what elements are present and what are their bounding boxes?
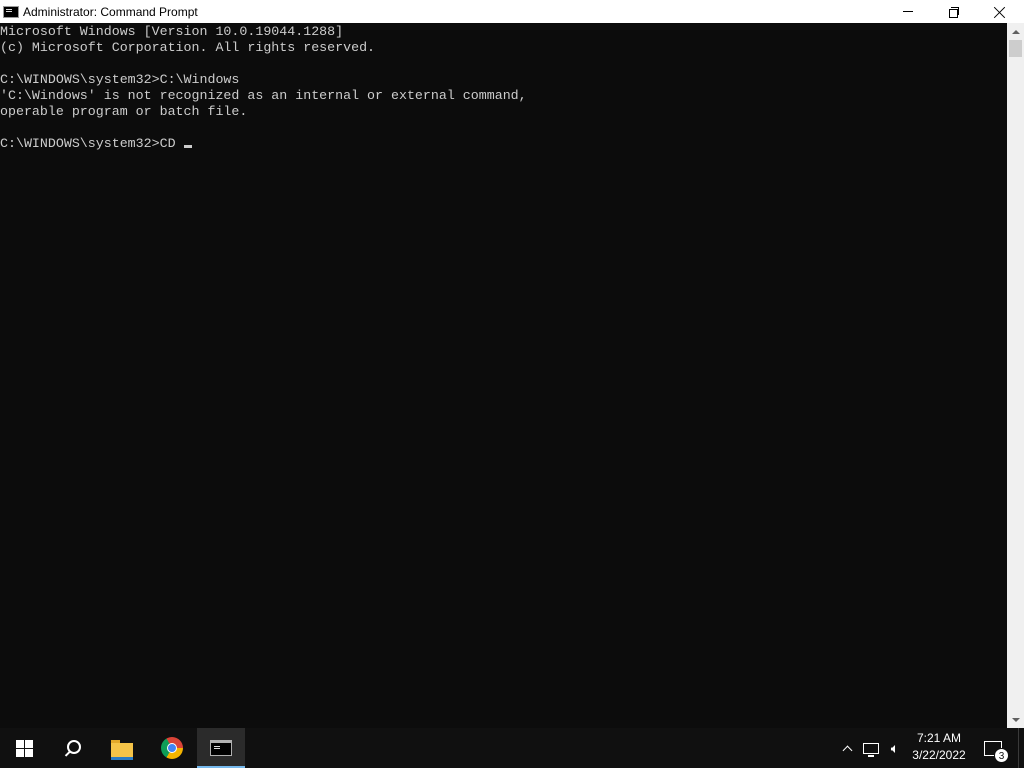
console-line: operable program or batch file. [0, 104, 248, 119]
minimize-icon [903, 11, 913, 12]
console-line: (c) Microsoft Corporation. All rights re… [0, 40, 376, 55]
taskbar-file-explorer[interactable] [98, 728, 146, 768]
taskbar-clock[interactable]: 7:21 AM 3/22/2022 [906, 730, 972, 766]
scrollbar-thumb[interactable] [1009, 40, 1022, 57]
start-button[interactable] [0, 728, 48, 768]
taskbar: 🔈︎ 7:21 AM 3/22/2022 3 [0, 728, 1024, 768]
show-desktop-button[interactable] [1018, 728, 1024, 768]
clock-date: 3/22/2022 [912, 748, 966, 762]
notification-count-badge: 3 [994, 747, 1009, 763]
taskbar-command-prompt[interactable] [197, 728, 245, 768]
console-line: C:\WINDOWS\system32>C:\Windows [0, 72, 240, 87]
speaker-icon: 🔈︎ [890, 739, 900, 756]
action-center-button[interactable]: 3 [980, 728, 1009, 768]
text-cursor [183, 145, 192, 148]
notification-icon: 3 [984, 740, 1009, 763]
show-hidden-icons-button[interactable] [838, 728, 856, 768]
cmd-icon [3, 5, 19, 18]
console-prompt-line[interactable]: C:\WINDOWS\system32>CD [0, 136, 192, 152]
scroll-up-arrow-icon[interactable] [1007, 23, 1024, 40]
chrome-icon [161, 737, 183, 759]
search-button[interactable] [48, 728, 96, 768]
console-line: Microsoft Windows [Version 10.0.19044.12… [0, 24, 344, 39]
minimize-button[interactable] [885, 0, 931, 23]
restore-icon [949, 6, 959, 18]
title-bar[interactable]: Administrator: Command Prompt [0, 0, 1024, 23]
clock-time: 7:21 AM [916, 731, 962, 745]
volume-button[interactable]: 🔈︎ [884, 728, 906, 768]
search-icon [64, 740, 81, 756]
start-icon [15, 739, 33, 757]
console-output[interactable]: Microsoft Windows [Version 10.0.19044.12… [0, 23, 1007, 728]
vertical-scrollbar[interactable] [1007, 23, 1024, 728]
scroll-down-arrow-icon[interactable] [1007, 711, 1024, 728]
console-line: 'C:\Windows' is not recognized as an int… [0, 88, 527, 103]
command-prompt-icon [210, 740, 232, 756]
window-title: Administrator: Command Prompt [23, 4, 198, 19]
close-icon [994, 6, 1006, 18]
chevron-up-icon [842, 745, 852, 755]
network-icon [863, 742, 879, 757]
console-input[interactable]: C:\WINDOWS\system32>CD [0, 136, 184, 151]
close-button[interactable] [977, 0, 1023, 23]
network-button[interactable] [860, 728, 882, 768]
taskbar-chrome[interactable] [148, 728, 196, 768]
restore-button[interactable] [931, 0, 977, 23]
file-explorer-icon [111, 739, 133, 760]
